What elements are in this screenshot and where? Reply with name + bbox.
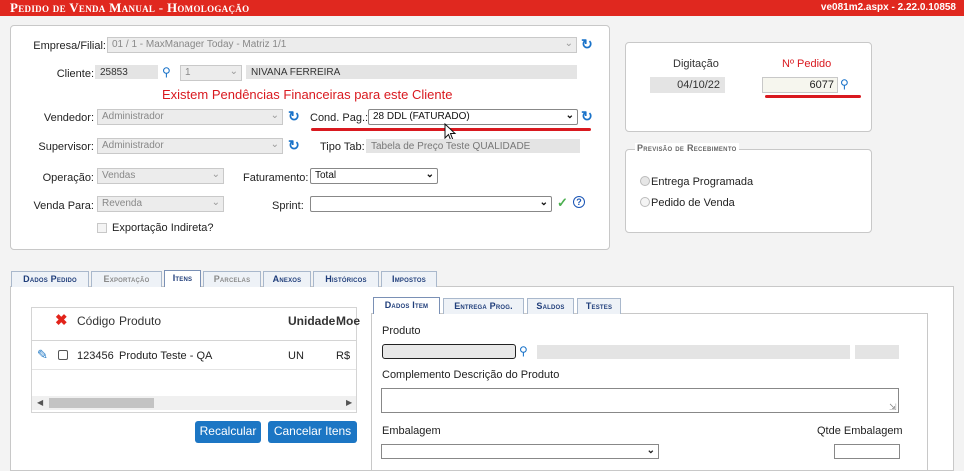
recalcular-button[interactable]: Recalcular xyxy=(195,421,261,443)
cancelar-itens-button[interactable]: Cancelar Itens xyxy=(268,421,357,443)
vendedor-label: Vendedor: xyxy=(43,112,94,124)
refresh-icon[interactable]: ↻ xyxy=(581,109,593,123)
row-checkbox[interactable] xyxy=(58,350,68,360)
produto-input[interactable] xyxy=(382,344,516,359)
supervisor-label: Supervisor: xyxy=(38,141,94,153)
chevron-down-icon: ⌄ xyxy=(539,197,548,208)
supervisor-select[interactable]: Administrador ⌄ xyxy=(97,138,283,154)
export-checkbox[interactable] xyxy=(97,223,107,233)
cond-pag-select[interactable]: 28 DDL (FATURADO) ⌄ xyxy=(368,109,578,125)
vendedor-select[interactable]: Administrador ⌄ xyxy=(97,109,283,125)
digitacao-label: Digitação xyxy=(673,58,719,70)
refresh-icon[interactable]: ↻ xyxy=(288,109,300,123)
operacao-select[interactable]: Vendas ⌄ xyxy=(97,168,224,184)
numero-pedido-label: Nº Pedido xyxy=(782,58,832,70)
version-label: ve081m2.aspx - 2.22.0.10858 xyxy=(820,2,956,13)
numero-pedido-field[interactable]: 6077 xyxy=(762,77,838,93)
row-moeda: R$ xyxy=(336,350,351,362)
subtab-saldos[interactable]: Saldos xyxy=(527,298,574,314)
produto-extra-field xyxy=(855,345,899,359)
subtab-entrega-prog[interactable]: Entrega Prog. xyxy=(443,298,524,314)
col-produto-header: Produto xyxy=(119,314,162,328)
row-codigo: 123456 xyxy=(77,350,114,362)
previsao-fieldset xyxy=(625,149,872,233)
faturamento-label: Faturamento: xyxy=(243,172,309,184)
operacao-label: Operação: xyxy=(42,172,94,184)
col-unidade-header: Unidade xyxy=(288,314,336,328)
produto-label: Produto xyxy=(382,325,421,337)
refresh-icon[interactable]: ↻ xyxy=(581,37,593,51)
cliente-code-field[interactable]: 25853 xyxy=(95,65,158,79)
subtab-testes[interactable]: Testes xyxy=(577,298,621,314)
faturamento-select[interactable]: Total ⌄ xyxy=(310,168,438,184)
sprint-select[interactable]: ⌄ xyxy=(310,196,552,212)
page-title: Pedido de Venda Manual - Homologação xyxy=(10,0,250,15)
tab-itens[interactable]: Itens xyxy=(164,270,201,287)
cliente-name-field: NIVANA FERREIRA xyxy=(246,65,577,79)
edit-pencil-icon[interactable]: ✎ xyxy=(37,347,48,363)
chevron-down-icon: ⌄ xyxy=(211,169,220,180)
scroll-left-icon[interactable]: ◀ xyxy=(37,398,43,407)
row-unidade: UN xyxy=(288,350,304,362)
radio-entrega-programada[interactable] xyxy=(640,176,650,186)
tab-parcelas[interactable]: Parcelas xyxy=(203,271,261,287)
radio-pedido-venda[interactable] xyxy=(640,197,650,207)
table-divider xyxy=(32,369,356,370)
subtab-dados-item[interactable]: Dados Item xyxy=(373,297,440,314)
title-bar: Pedido de Venda Manual - Homologação ve0… xyxy=(0,0,964,16)
tab-historicos[interactable]: Históricos xyxy=(313,271,379,287)
resize-handle-icon[interactable]: ⇲ xyxy=(889,402,897,413)
help-icon[interactable]: ? xyxy=(573,196,585,208)
search-icon[interactable]: ⚲ xyxy=(519,345,528,357)
refresh-icon[interactable]: ↻ xyxy=(288,138,300,152)
chevron-down-icon: ⌄ xyxy=(564,38,573,49)
embalagem-label: Embalagem xyxy=(382,425,441,437)
cliente-seq-select[interactable]: 1 ⌄ xyxy=(180,65,242,81)
cliente-label: Cliente: xyxy=(56,68,94,80)
pedido-venda-label: Pedido de Venda xyxy=(651,197,735,209)
numero-pedido-underline xyxy=(765,95,861,98)
chevron-down-icon: ⌄ xyxy=(646,445,655,456)
tab-anexos[interactable]: Anexos xyxy=(263,271,311,287)
venda-para-select[interactable]: Revenda ⌄ xyxy=(97,196,224,212)
tab-impostos[interactable]: Impostos xyxy=(381,271,437,287)
complemento-textarea[interactable] xyxy=(381,388,899,413)
entrega-programada-label: Entrega Programada xyxy=(651,176,754,188)
empresa-label: Empresa/Filial: xyxy=(33,40,106,52)
col-moeda-header: Moe xyxy=(336,314,360,328)
embalagem-select[interactable]: ⌄ xyxy=(381,444,659,459)
scroll-right-icon[interactable]: ▶ xyxy=(346,398,352,407)
chevron-down-icon: ⌄ xyxy=(270,139,279,150)
cond-pag-label: Cond. Pag.: xyxy=(310,112,369,124)
digitacao-field: 04/10/22 xyxy=(650,77,725,93)
sprint-label: Sprint: xyxy=(272,200,304,212)
qtde-embalagem-input[interactable] xyxy=(834,444,900,459)
export-label: Exportação Indireta? xyxy=(112,222,214,234)
chevron-down-icon: ⌄ xyxy=(229,66,238,77)
tab-exportacao[interactable]: Exportação xyxy=(91,271,162,287)
tab-dados-pedido[interactable]: Dados Pedido xyxy=(11,271,89,287)
chevron-down-icon: ⌄ xyxy=(565,110,574,121)
venda-para-label: Venda Para: xyxy=(33,200,94,212)
row-produto: Produto Teste - QA xyxy=(119,350,213,362)
search-icon[interactable]: ⚲ xyxy=(162,66,171,78)
chevron-down-icon: ⌄ xyxy=(270,110,279,121)
delete-all-icon[interactable]: ✖ xyxy=(55,311,68,329)
financial-pending-alert: Existem Pendências Financeiras para este… xyxy=(162,87,453,102)
scrollbar-thumb[interactable] xyxy=(49,398,154,408)
chevron-down-icon: ⌄ xyxy=(425,169,434,180)
produto-description-field xyxy=(537,345,850,359)
tipo-tab-label: Tipo Tab: xyxy=(320,141,365,153)
previsao-legend: Previsão de Recebimento xyxy=(635,143,739,153)
check-icon[interactable]: ✓ xyxy=(557,195,568,211)
chevron-down-icon: ⌄ xyxy=(211,197,220,208)
search-icon[interactable]: ⚲ xyxy=(840,78,849,90)
col-codigo-header: Código xyxy=(77,314,116,328)
tipo-tab-field: Tabela de Preço Teste QUALIDADE xyxy=(366,139,580,153)
complemento-label: Complemento Descrição do Produto xyxy=(382,369,560,381)
empresa-select[interactable]: 01 / 1 - MaxManager Today - Matriz 1/1 ⌄ xyxy=(107,37,577,53)
qtde-embalagem-label: Qtde Embalagem xyxy=(817,425,903,437)
